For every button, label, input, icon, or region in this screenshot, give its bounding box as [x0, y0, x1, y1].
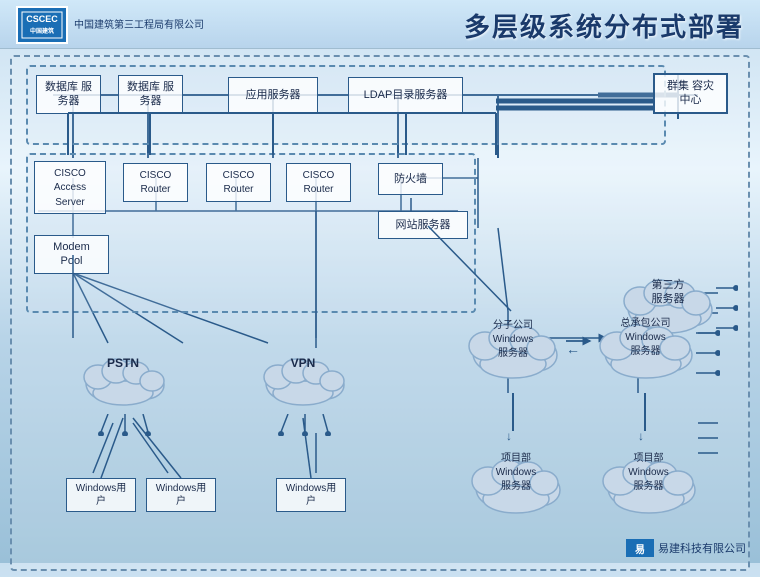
general-windows-label: 总承包公司Windows服务器: [593, 317, 698, 359]
footer-brand: 易建科技有限公司: [658, 540, 746, 556]
branch-windows-cloud: 分子公司Windows服务器: [463, 303, 563, 393]
cisco-router2-node: CISCORouter: [206, 163, 271, 202]
db-server1-node: 数据库 服务器: [36, 75, 101, 114]
project-dept1-cloud: 项目部Windows服务器: [466, 438, 566, 528]
windows-user2-node: Windows用户: [146, 478, 216, 512]
vpn-cloud: VPN: [258, 338, 348, 418]
branch-windows-label: 分子公司Windows服务器: [463, 319, 563, 361]
modem-pool-node: Modem Pool: [34, 235, 109, 274]
footer: 易 易建科技有限公司: [626, 539, 746, 557]
diagram-container: 数据库 服务器 数据库 服务器 应用服务器 LDAP目录服务器 群集 容灾中心 …: [10, 55, 750, 571]
pstn-cloud: PSTN: [78, 338, 168, 418]
project-dept2-cloud: 项目部Windows服务器: [596, 438, 701, 528]
general-down-line: [644, 393, 646, 431]
firewall-node: 防火墙: [378, 163, 443, 195]
diagram-wrapper: 数据库 服务器 数据库 服务器 应用服务器 LDAP目录服务器 群集 容灾中心 …: [18, 63, 754, 563]
project-dept2-label: 项目部Windows服务器: [596, 452, 701, 494]
svg-text:中国建筑: 中国建筑: [30, 27, 54, 35]
cisco-router1-node: CISCORouter: [123, 163, 188, 202]
vpn-label: VPN: [258, 356, 348, 370]
pstn-label: PSTN: [78, 356, 168, 370]
cluster-node: 群集 容灾中心: [653, 73, 728, 114]
ldap-server-node: LDAP目录服务器: [348, 77, 463, 113]
logo-area: CSCEC 中国建筑 中国建筑第三工程局有限公司: [16, 6, 204, 44]
svg-text:CSCEC: CSCEC: [26, 14, 58, 24]
app-server-node: 应用服务器: [228, 77, 318, 113]
company-logo: CSCEC 中国建筑: [16, 6, 68, 44]
branch-general-arrow: ←: [566, 341, 580, 357]
header: CSCEC 中国建筑 中国建筑第三工程局有限公司 多层级系统分布式部署: [0, 0, 760, 49]
branch-down-line: [512, 393, 514, 431]
cisco-router3-node: CISCORouter: [286, 163, 351, 202]
company-name: 中国建筑第三工程局有限公司: [74, 19, 204, 32]
project-dept1-label: 项目部Windows服务器: [466, 452, 566, 494]
general-windows-cloud: 总承包公司Windows服务器: [593, 303, 698, 393]
page-title: 多层级系统分布式部署: [464, 7, 744, 44]
web-server-node: 网站服务器: [378, 211, 468, 239]
windows-user3-node: Windows用户: [276, 478, 346, 512]
footer-logo-icon: 易: [626, 539, 654, 557]
windows-user1-node: Windows用户: [66, 478, 136, 512]
cisco-access-node: CISCOAccess Server: [34, 161, 106, 214]
db-server2-node: 数据库 服务器: [118, 75, 183, 114]
